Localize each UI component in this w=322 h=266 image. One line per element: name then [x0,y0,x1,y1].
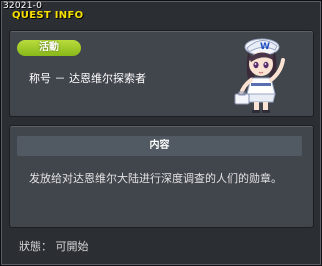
content-section-header: 内容 [17,136,302,156]
svg-text:W: W [260,42,270,52]
npc-character-icon: W [234,38,285,113]
quest-info-window: 32021-0 QUEST INFO 活動 称号 － 达恩维尔探索者 W 内容 … [0,0,322,266]
event-badge: 活動 [17,40,81,56]
quest-status: 狀態： 可開始 [19,240,89,253]
window-title: QUEST INFO [12,10,84,21]
quest-name: 称号 － 达恩维尔探索者 [29,72,146,85]
quest-description: 发放给对达恩维尔大陆进行深度调查的人们的勋章。 [29,172,282,185]
